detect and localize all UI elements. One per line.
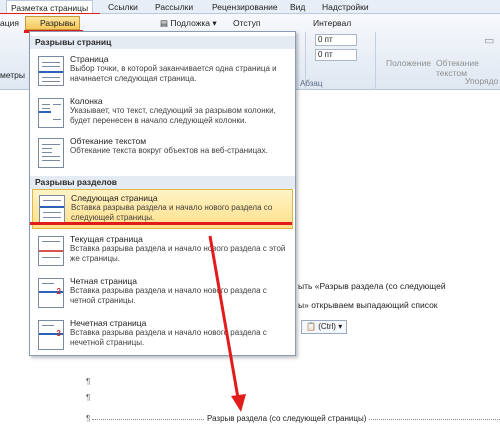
ctrl-label: (Ctrl) bbox=[318, 322, 336, 331]
chevron-down-icon: ▾ bbox=[212, 18, 217, 28]
wrap-text-button[interactable]: Обтекание текстом bbox=[436, 58, 486, 78]
annotation-underline bbox=[30, 222, 292, 225]
menu-item-continuous[interactable]: Текущая страница Вставка разрыва раздела… bbox=[32, 231, 293, 271]
section-breaks-header: Разрывы разделов bbox=[30, 176, 295, 189]
odd-page-break-icon: 3 bbox=[38, 320, 64, 350]
page-break-icon bbox=[38, 56, 64, 86]
menu-item-page[interactable]: Страница Выбор точки, в которой заканчив… bbox=[32, 51, 293, 91]
continuous-break-icon bbox=[38, 236, 64, 266]
tab-references[interactable]: Ссылки bbox=[108, 0, 138, 14]
arrange-group-label: Упорядо bbox=[465, 76, 499, 86]
page-breaks-header: Разрывы страниц bbox=[30, 36, 295, 49]
section-break-label: Разрыв раздела (со следующей страницы) bbox=[205, 414, 369, 423]
ribbon-tabs: Разметка страницы Ссылки Рассылки Реценз… bbox=[0, 0, 500, 15]
menu-item-desc: Вставка разрыва раздела и начало нового … bbox=[70, 328, 267, 347]
spacing-after-input[interactable]: 0 пт bbox=[315, 49, 357, 61]
menu-item-title: Нечетная страница bbox=[70, 318, 147, 328]
menu-item-title: Четная страница bbox=[70, 276, 138, 286]
menu-item-desc: Вставка разрыва раздела и начало нового … bbox=[70, 286, 267, 305]
menu-item-title: Текущая страница bbox=[70, 234, 143, 244]
paragraph-group-label: Абзац bbox=[300, 79, 323, 88]
menu-item-title: Колонка bbox=[70, 96, 103, 106]
breaks-menu: Разрывы страниц Страница Выбор точки, в … bbox=[29, 31, 296, 356]
paragraph-mark: ¶ bbox=[86, 414, 91, 423]
bring-forward-icon[interactable]: ▭ bbox=[484, 34, 494, 47]
menu-item-desc: Выбор точки, в которой заканчивается одн… bbox=[70, 64, 277, 83]
menu-item-desc: Обтекание текста вокруг объектов на веб-… bbox=[70, 146, 268, 155]
watermark-label: Подложка bbox=[170, 18, 211, 28]
tab-addins[interactable]: Надстройки bbox=[322, 0, 369, 14]
chevron-down-icon: ▾ bbox=[338, 322, 343, 331]
even-page-break-icon: 2 bbox=[38, 278, 64, 308]
tab-review[interactable]: Рецензирование bbox=[212, 0, 278, 14]
orientation-button[interactable]: ация bbox=[0, 18, 19, 28]
watermark-button[interactable]: ▤ Подложка ▾ bbox=[160, 18, 217, 29]
menu-item-title: Следующая страница bbox=[71, 193, 158, 203]
menu-item-title: Страница bbox=[70, 54, 109, 64]
menu-item-desc: Вставка разрыва раздела и начало нового … bbox=[71, 203, 273, 222]
column-break-icon bbox=[38, 98, 64, 128]
spacing-before-input[interactable]: 0 пт bbox=[315, 34, 357, 46]
interval-label: Интервал bbox=[313, 18, 352, 28]
position-button[interactable]: Положение bbox=[386, 58, 431, 68]
menu-item-desc: Указывает, что текст, следующий за разры… bbox=[70, 106, 276, 125]
breaks-button[interactable]: Разрывы ▾ bbox=[25, 16, 80, 40]
clipboard-icon: 📋 bbox=[306, 322, 316, 331]
menu-item-desc: Вставка разрыва раздела и начало нового … bbox=[70, 244, 286, 263]
document-line: ы» открываем выпадающий список bbox=[298, 300, 438, 310]
menu-item-title: Обтекание текстом bbox=[70, 136, 147, 146]
paste-options-button[interactable]: 📋 (Ctrl) ▾ bbox=[301, 320, 348, 334]
indent-label: Отступ bbox=[233, 18, 261, 28]
tab-view[interactable]: Вид bbox=[290, 0, 305, 14]
page-setup-group-label: метры bbox=[0, 70, 26, 80]
next-page-break-icon bbox=[39, 195, 65, 225]
text-wrapping-icon bbox=[38, 138, 64, 168]
menu-item-even-page[interactable]: 2 Четная страница Вставка разрыва раздел… bbox=[32, 273, 293, 313]
tab-mailings[interactable]: Рассылки bbox=[155, 0, 193, 14]
group-divider bbox=[375, 32, 376, 90]
menu-item-column[interactable]: Колонка Указывает, что текст, следующий … bbox=[32, 93, 293, 133]
breaks-label: Разрывы bbox=[40, 18, 76, 28]
watermark-icon: ▤ bbox=[160, 18, 169, 28]
menu-item-odd-page[interactable]: 3 Нечетная страница Вставка разрыва разд… bbox=[32, 315, 293, 355]
paragraph-mark: ¶ bbox=[86, 377, 91, 386]
document-line: ыть «Разрыв раздела (со следующей bbox=[298, 281, 446, 291]
paragraph-mark: ¶ bbox=[86, 393, 91, 402]
menu-item-text-wrapping[interactable]: Обтекание текстом Обтекание текста вокру… bbox=[32, 133, 293, 173]
